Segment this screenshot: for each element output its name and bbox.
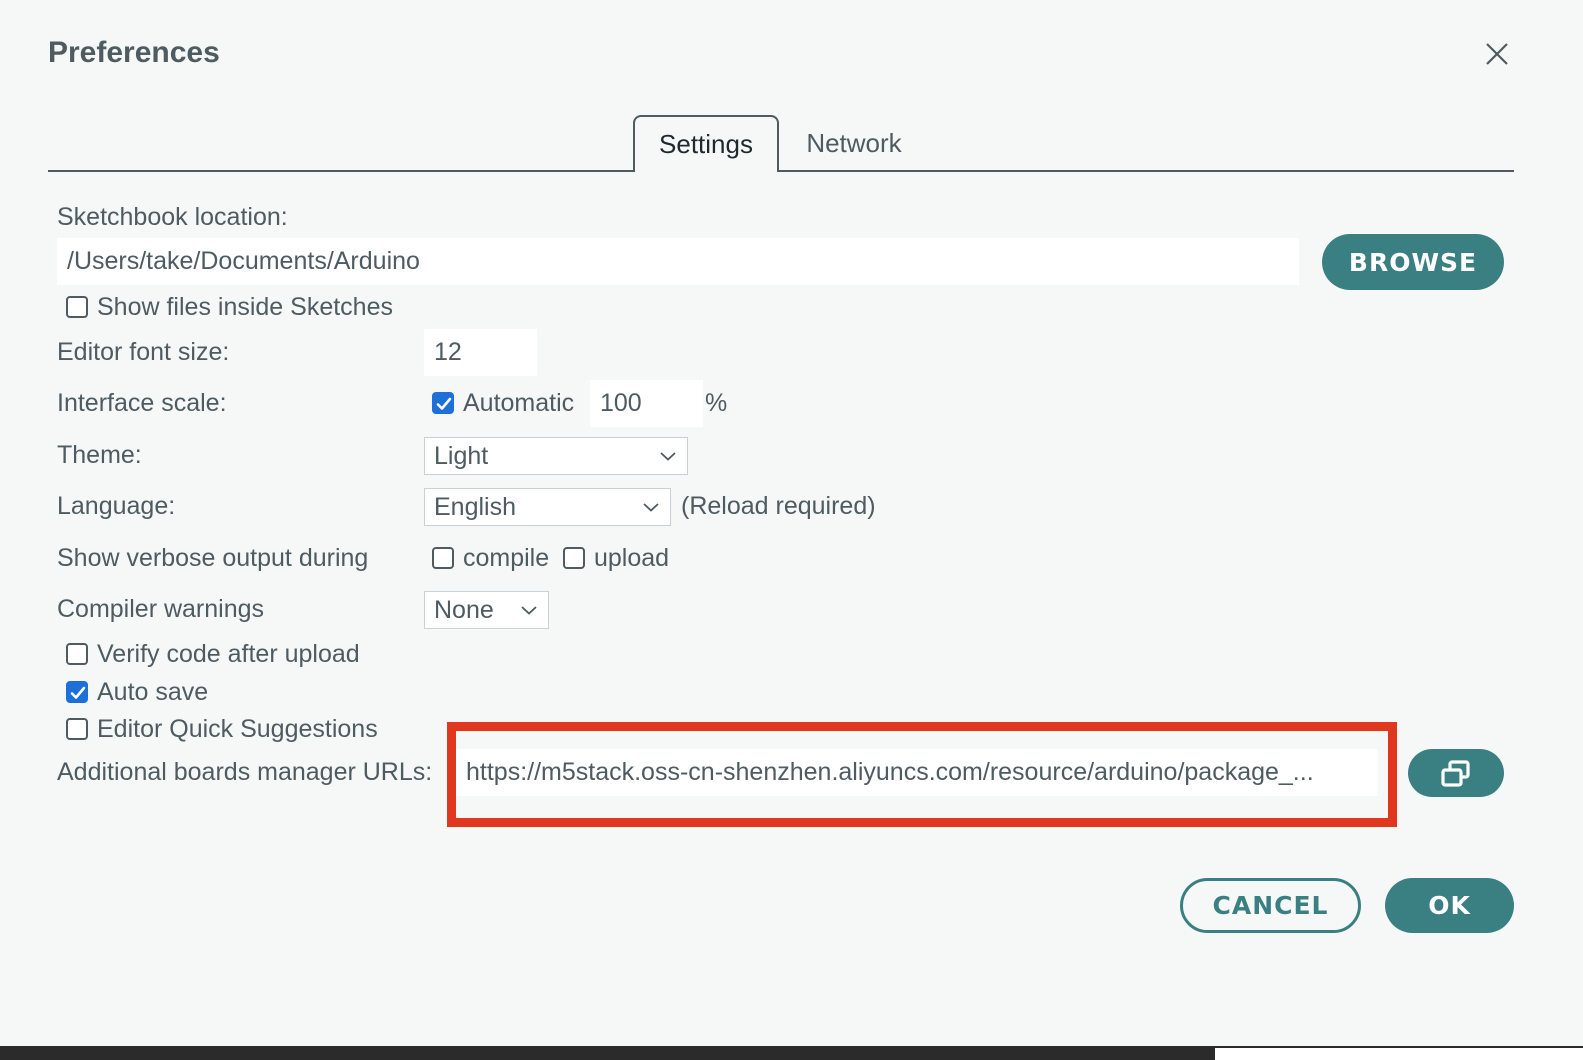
preferences-dialog: Preferences Settings Network Sketchbook … — [0, 0, 1583, 1046]
chevron-down-icon — [643, 503, 659, 512]
tab-network[interactable]: Network — [790, 115, 918, 172]
automatic-scale-checkbox[interactable] — [432, 392, 454, 414]
verbose-compile-checkbox[interactable] — [432, 547, 454, 569]
auto-save-label: Auto save — [97, 678, 209, 706]
sketchbook-location-input[interactable]: /Users/take/Documents/Arduino — [57, 238, 1299, 285]
compiler-warnings-select-value: None — [434, 595, 494, 624]
chevron-down-icon — [521, 606, 537, 615]
background-window-peek — [1215, 1048, 1583, 1060]
verbose-upload-checkbox[interactable] — [563, 547, 585, 569]
cancel-button[interactable]: CANCEL — [1180, 878, 1361, 933]
reload-required-note: (Reload required) — [681, 492, 876, 520]
compiler-warnings-select[interactable]: None — [424, 591, 549, 629]
editor-font-size-label: Editor font size: — [57, 338, 230, 366]
checkmark-icon — [436, 397, 452, 410]
compiler-warnings-label: Compiler warnings — [57, 595, 265, 623]
chevron-down-icon — [660, 452, 676, 461]
boards-manager-urls-label: Additional boards manager URLs: — [57, 758, 433, 786]
auto-save-checkbox[interactable] — [66, 681, 88, 703]
language-label: Language: — [57, 492, 176, 520]
interface-scale-label: Interface scale: — [57, 389, 227, 417]
background-window-edge — [0, 1046, 1583, 1060]
sketchbook-location-label: Sketchbook location: — [57, 203, 288, 231]
tab-settings[interactable]: Settings — [633, 115, 779, 172]
verify-code-checkbox[interactable] — [66, 643, 88, 665]
quick-suggestions-checkbox[interactable] — [66, 718, 88, 740]
verbose-upload-label: upload — [594, 544, 670, 572]
language-select[interactable]: English — [424, 488, 671, 526]
boards-manager-urls-input[interactable]: https://m5stack.oss-cn-shenzhen.aliyuncs… — [456, 749, 1378, 796]
verbose-output-label: Show verbose output during — [57, 544, 369, 572]
verify-code-label: Verify code after upload — [97, 640, 360, 668]
language-select-value: English — [434, 492, 516, 521]
theme-select[interactable]: Light — [424, 437, 688, 475]
close-icon — [1486, 43, 1508, 65]
automatic-scale-label: Automatic — [463, 389, 575, 417]
editor-font-size-input[interactable]: 12 — [424, 329, 537, 376]
open-window-icon — [1441, 760, 1470, 787]
quick-suggestions-label: Editor Quick Suggestions — [97, 715, 378, 743]
tab-bar-divider — [48, 170, 1514, 172]
browse-button[interactable]: BROWSE — [1322, 234, 1504, 290]
show-files-label: Show files inside Sketches — [97, 293, 393, 321]
verbose-compile-label: compile — [463, 544, 550, 572]
interface-scale-input[interactable]: 100 — [590, 380, 703, 427]
ok-button[interactable]: OK — [1385, 878, 1514, 933]
checkmark-icon — [70, 686, 86, 699]
close-button[interactable] — [1481, 38, 1513, 70]
interface-scale-unit: % — [705, 389, 728, 417]
dialog-title: Preferences — [48, 36, 220, 69]
theme-label: Theme: — [57, 441, 142, 469]
show-files-checkbox[interactable] — [66, 296, 88, 318]
theme-select-value: Light — [434, 441, 489, 470]
edit-urls-button[interactable] — [1408, 749, 1504, 797]
